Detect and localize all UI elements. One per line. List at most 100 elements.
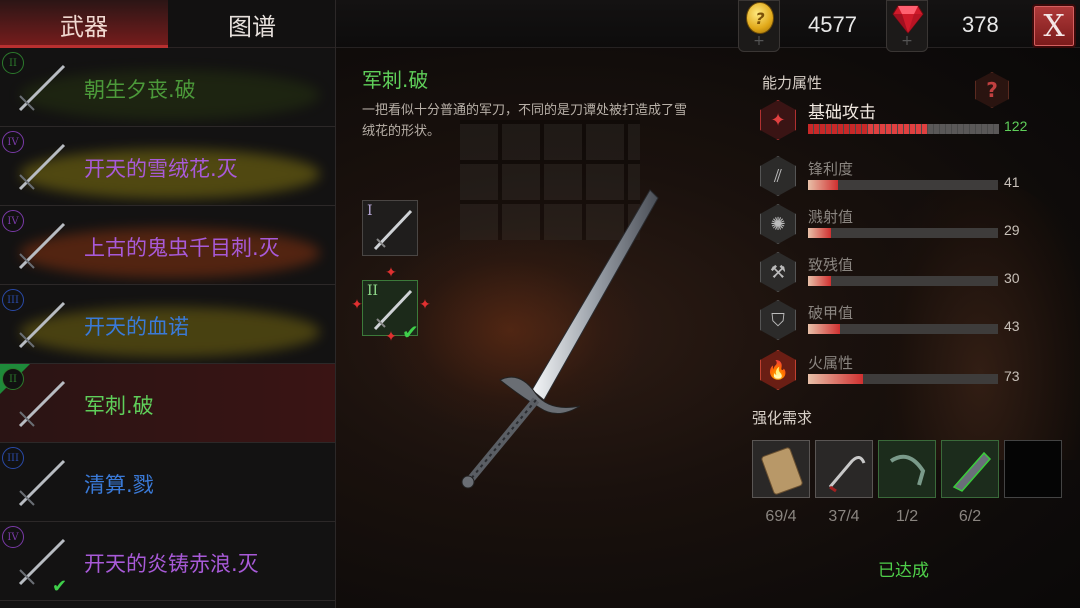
tab-bar: 武器 图谱	[0, 0, 336, 48]
bar-segment	[994, 124, 999, 134]
bar-segment	[934, 124, 939, 134]
rank-badge: III	[2, 289, 24, 311]
bar-segment	[940, 124, 945, 134]
material-count: 37/4	[828, 508, 860, 525]
bar-segment	[922, 124, 927, 134]
tab-codex[interactable]: 图谱	[168, 0, 336, 48]
stat-label: 破甲值	[808, 304, 854, 322]
checkmark-icon: ✔	[402, 320, 419, 344]
material-count: 1/2	[895, 508, 919, 525]
bar-segment	[982, 124, 987, 134]
plus-icon: +	[753, 33, 765, 49]
bar-segment	[880, 124, 885, 134]
weapon-name: 开天的雪绒花.灭	[84, 157, 238, 181]
weapon-list-item[interactable]: IV 上古的鬼虫千目刺.灭	[0, 206, 335, 285]
stat-bar-fill	[808, 374, 864, 384]
stat-value: 29	[1004, 222, 1020, 238]
bar-segment	[820, 124, 825, 134]
bar-segment	[916, 124, 921, 134]
weapon-list-item[interactable]: II 军刺.破	[0, 364, 335, 443]
rank-badge: III	[2, 447, 24, 469]
bar-segment	[844, 124, 849, 134]
weapon-list-item[interactable]: III 开天的血诺	[0, 285, 335, 364]
rank-badge: IV	[2, 526, 24, 548]
bar-segment	[874, 124, 879, 134]
weapon-description: 一把看似十分普通的军刀，不同的是刀谭处被打造成了雪绒花的形状。	[362, 103, 688, 139]
bar-segment	[964, 124, 969, 134]
material-slot[interactable]	[1004, 440, 1062, 498]
material-slot[interactable]	[815, 440, 873, 498]
weapon-list-item[interactable]: IV 开天的雪绒花.灭	[0, 127, 335, 206]
material-count: 6/2	[958, 508, 982, 525]
coin-count: 4577	[808, 12, 857, 37]
stat-base: ✦ 基础攻击 122	[760, 100, 1060, 144]
stat-bar-fill	[808, 276, 831, 286]
rank-badge: IV	[2, 210, 24, 232]
stat-bar-fill	[808, 180, 839, 190]
bar-segment	[826, 124, 831, 134]
flame-icon: 🔥	[760, 350, 796, 390]
bar-segment	[928, 124, 933, 134]
bar-segment	[958, 124, 963, 134]
status-label: 已达成	[878, 561, 929, 581]
stat-value: 43	[1004, 318, 1020, 334]
plus-icon: +	[901, 33, 913, 49]
stat-fire: 🔥 火属性 73	[760, 350, 1060, 394]
tier-i-button[interactable]: I	[362, 200, 418, 256]
bar-segment	[976, 124, 981, 134]
stats-title: 能力属性	[762, 74, 823, 92]
enhance-title: 强化需求	[752, 409, 813, 427]
attack-diamond-icon: ✦	[760, 100, 796, 140]
bar-segment	[988, 124, 993, 134]
stat-bar-fill	[808, 324, 841, 334]
coin-icon: ?	[746, 2, 774, 34]
stat-value: 73	[1004, 368, 1020, 384]
sword-thumbnail-icon	[373, 209, 413, 251]
stat-crit: ⚒ 致残值 30	[760, 252, 1060, 296]
tab-weapons[interactable]: 武器	[0, 0, 168, 48]
stat-value: 41	[1004, 174, 1020, 190]
bar-segment	[850, 124, 855, 134]
bar-segment	[946, 124, 951, 134]
close-button[interactable]: X	[1032, 4, 1076, 48]
stat-bar	[808, 180, 998, 190]
material-slot[interactable]	[941, 440, 999, 498]
weapon-list: II 朝生夕丧.破 IV 开天的雪绒花.灭 IV 上古的鬼虫千目刺.灭 III …	[0, 48, 335, 608]
material-count: 69/4	[765, 508, 797, 525]
bar-segment	[856, 124, 861, 134]
stat-bar	[808, 324, 998, 334]
sickle-icon	[828, 456, 866, 493]
stat-value: 122	[1004, 118, 1028, 134]
material-slot[interactable]	[752, 440, 810, 498]
weapon-list-item[interactable]: III 清算.戮	[0, 443, 335, 522]
bar-segment	[898, 124, 903, 134]
stat-label: 火属性	[808, 354, 854, 372]
broken-shield-icon: ⛉	[760, 300, 796, 340]
selection-marker-icon: ✦	[385, 329, 397, 345]
weapon-name: 开天的炎铸赤浪.灭	[84, 552, 259, 576]
stat-label: 锋利度	[808, 160, 854, 178]
stat-splash: ✺ 溅射值 29	[760, 204, 1060, 248]
bar-segment	[904, 124, 909, 134]
weapon-title: 军刺.破	[362, 68, 429, 92]
stat-sharp: ⫽ 锋利度 41	[760, 156, 1060, 200]
bar-segment	[832, 124, 837, 134]
slash-marks-icon: ⫽	[760, 156, 796, 196]
weapon-list-item[interactable]: IV 开天的炎铸赤浪.灭 ✔	[0, 522, 335, 601]
bar-segment	[892, 124, 897, 134]
weapon-list-item[interactable]: II 朝生夕丧.破	[0, 48, 335, 127]
selection-marker-icon: ✦	[351, 297, 363, 313]
weapon-name: 开天的血诺	[84, 315, 189, 339]
material-slot[interactable]	[878, 440, 936, 498]
gem-count: 378	[962, 12, 999, 37]
ruby-gem-icon	[892, 5, 924, 34]
bar-segment	[952, 124, 957, 134]
bar-segment	[970, 124, 975, 134]
green-blade-icon	[952, 451, 992, 492]
bar-segment	[910, 124, 915, 134]
stat-label: 溅射值	[808, 208, 854, 226]
rank-badge: II	[2, 52, 24, 74]
bar-segment	[886, 124, 891, 134]
divider	[335, 0, 336, 608]
bar-segment	[862, 124, 867, 134]
